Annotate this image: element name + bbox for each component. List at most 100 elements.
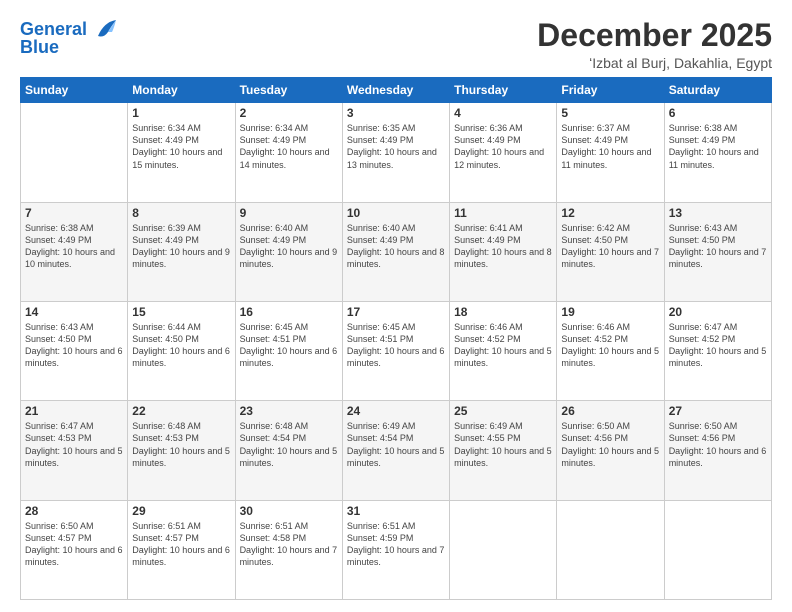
calendar-week-row: 14 Sunrise: 6:43 AMSunset: 4:50 PMDayligh… (21, 301, 772, 400)
cell-text: Sunrise: 6:42 AMSunset: 4:50 PMDaylight:… (561, 222, 659, 271)
table-row: 13 Sunrise: 6:43 AMSunset: 4:50 PMDayligh… (664, 202, 771, 301)
cell-text: Sunrise: 6:41 AMSunset: 4:49 PMDaylight:… (454, 222, 552, 271)
page: General Blue December 2025 ʻIzbat al Bur… (0, 0, 792, 612)
table-row: 1Sunrise: 6:34 AMSunset: 4:49 PMDaylight… (128, 103, 235, 202)
table-row: 10Sunrise: 6:40 AMSunset: 4:49 PMDayligh… (342, 202, 449, 301)
calendar-week-row: 7 Sunrise: 6:38 AMSunset: 4:49 PMDaylight… (21, 202, 772, 301)
cell-text: Sunrise: 6:43 AMSunset: 4:50 PMDaylight:… (25, 321, 123, 370)
cell-text: Sunrise: 6:34 AMSunset: 4:49 PMDaylight:… (240, 122, 338, 171)
cell-text: Sunrise: 6:46 AMSunset: 4:52 PMDaylight:… (561, 321, 659, 370)
table-row: 31 Sunrise: 6:51 AMSunset: 4:59 PMDayligh… (342, 500, 449, 599)
day-number: 12 (561, 206, 659, 220)
cell-text: Sunrise: 6:51 AMSunset: 4:59 PMDaylight:… (347, 520, 445, 569)
table-row: 6Sunrise: 6:38 AMSunset: 4:49 PMDaylight… (664, 103, 771, 202)
table-row (664, 500, 771, 599)
day-number: 29 (132, 504, 230, 518)
header-wednesday: Wednesday (342, 78, 449, 103)
cell-text: Sunrise: 6:48 AMSunset: 4:53 PMDaylight:… (132, 420, 230, 469)
table-row: 16 Sunrise: 6:45 AMSunset: 4:51 PMDayligh… (235, 301, 342, 400)
day-number: 17 (347, 305, 445, 319)
cell-text: Sunrise: 6:50 AMSunset: 4:56 PMDaylight:… (669, 420, 767, 469)
table-row: 27 Sunrise: 6:50 AMSunset: 4:56 PMDayligh… (664, 401, 771, 500)
table-row: 25Sunrise: 6:49 AMSunset: 4:55 PMDayligh… (450, 401, 557, 500)
day-number: 4 (454, 106, 552, 120)
day-number: 3 (347, 106, 445, 120)
day-number: 24 (347, 404, 445, 418)
cell-text: Sunrise: 6:34 AMSunset: 4:49 PMDaylight:… (132, 122, 230, 171)
cell-text: Sunrise: 6:50 AMSunset: 4:56 PMDaylight:… (561, 420, 659, 469)
table-row: 3Sunrise: 6:35 AMSunset: 4:49 PMDaylight… (342, 103, 449, 202)
calendar-table: Sunday Monday Tuesday Wednesday Thursday… (20, 77, 772, 600)
day-number: 22 (132, 404, 230, 418)
table-row: 22 Sunrise: 6:48 AMSunset: 4:53 PMDayligh… (128, 401, 235, 500)
table-row: 15 Sunrise: 6:44 AMSunset: 4:50 PMDayligh… (128, 301, 235, 400)
cell-text: Sunrise: 6:45 AMSunset: 4:51 PMDaylight:… (347, 321, 445, 370)
table-row: 5 Sunrise: 6:37 AMSunset: 4:49 PMDaylight… (557, 103, 664, 202)
cell-text: Sunrise: 6:44 AMSunset: 4:50 PMDaylight:… (132, 321, 230, 370)
cell-text: Sunrise: 6:51 AMSunset: 4:57 PMDaylight:… (132, 520, 230, 569)
table-row: 7 Sunrise: 6:38 AMSunset: 4:49 PMDaylight… (21, 202, 128, 301)
header-thursday: Thursday (450, 78, 557, 103)
header: General Blue December 2025 ʻIzbat al Bur… (20, 18, 772, 71)
day-number: 8 (132, 206, 230, 220)
cell-text: Sunrise: 6:37 AMSunset: 4:49 PMDaylight:… (561, 122, 659, 171)
cell-text: Sunrise: 6:51 AMSunset: 4:58 PMDaylight:… (240, 520, 338, 569)
cell-text: Sunrise: 6:40 AMSunset: 4:49 PMDaylight:… (240, 222, 338, 271)
cell-text: Sunrise: 6:47 AMSunset: 4:52 PMDaylight:… (669, 321, 767, 370)
table-row: 12 Sunrise: 6:42 AMSunset: 4:50 PMDayligh… (557, 202, 664, 301)
day-number: 15 (132, 305, 230, 319)
day-number: 13 (669, 206, 767, 220)
day-number: 7 (25, 206, 123, 220)
cell-text: Sunrise: 6:47 AMSunset: 4:53 PMDaylight:… (25, 420, 123, 469)
calendar-header-row: Sunday Monday Tuesday Wednesday Thursday… (21, 78, 772, 103)
cell-text: Sunrise: 6:40 AMSunset: 4:49 PMDaylight:… (347, 222, 445, 271)
calendar-week-row: 1Sunrise: 6:34 AMSunset: 4:49 PMDaylight… (21, 103, 772, 202)
day-number: 30 (240, 504, 338, 518)
cell-text: Sunrise: 6:36 AMSunset: 4:49 PMDaylight:… (454, 122, 552, 171)
day-number: 6 (669, 106, 767, 120)
header-saturday: Saturday (664, 78, 771, 103)
title-block: December 2025 ʻIzbat al Burj, Dakahlia, … (537, 18, 772, 71)
day-number: 2 (240, 106, 338, 120)
table-row: 24 Sunrise: 6:49 AMSunset: 4:54 PMDayligh… (342, 401, 449, 500)
day-number: 14 (25, 305, 123, 319)
header-sunday: Sunday (21, 78, 128, 103)
header-monday: Monday (128, 78, 235, 103)
cell-text: Sunrise: 6:50 AMSunset: 4:57 PMDaylight:… (25, 520, 123, 569)
month-title: December 2025 (537, 18, 772, 53)
logo: General Blue (20, 18, 116, 58)
table-row (450, 500, 557, 599)
table-row: 28 Sunrise: 6:50 AMSunset: 4:57 PMDayligh… (21, 500, 128, 599)
table-row: 2 Sunrise: 6:34 AMSunset: 4:49 PMDaylight… (235, 103, 342, 202)
day-number: 28 (25, 504, 123, 518)
table-row: 20 Sunrise: 6:47 AMSunset: 4:52 PMDayligh… (664, 301, 771, 400)
cell-text: Sunrise: 6:49 AMSunset: 4:55 PMDaylight:… (454, 420, 552, 469)
cell-text: Sunrise: 6:45 AMSunset: 4:51 PMDaylight:… (240, 321, 338, 370)
table-row: 11 Sunrise: 6:41 AMSunset: 4:49 PMDayligh… (450, 202, 557, 301)
day-number: 20 (669, 305, 767, 319)
logo-bird-icon (90, 18, 116, 40)
table-row: 14 Sunrise: 6:43 AMSunset: 4:50 PMDayligh… (21, 301, 128, 400)
day-number: 27 (669, 404, 767, 418)
table-row (21, 103, 128, 202)
day-number: 19 (561, 305, 659, 319)
cell-text: Sunrise: 6:43 AMSunset: 4:50 PMDaylight:… (669, 222, 767, 271)
table-row: 18 Sunrise: 6:46 AMSunset: 4:52 PMDayligh… (450, 301, 557, 400)
header-friday: Friday (557, 78, 664, 103)
location-title: ʻIzbat al Burj, Dakahlia, Egypt (537, 55, 772, 71)
day-number: 16 (240, 305, 338, 319)
table-row: 8 Sunrise: 6:39 AMSunset: 4:49 PMDaylight… (128, 202, 235, 301)
table-row: 21Sunrise: 6:47 AMSunset: 4:53 PMDayligh… (21, 401, 128, 500)
cell-text: Sunrise: 6:38 AMSunset: 4:49 PMDaylight:… (25, 222, 123, 271)
day-number: 31 (347, 504, 445, 518)
table-row (557, 500, 664, 599)
day-number: 5 (561, 106, 659, 120)
table-row: 17 Sunrise: 6:45 AMSunset: 4:51 PMDayligh… (342, 301, 449, 400)
table-row: 9Sunrise: 6:40 AMSunset: 4:49 PMDaylight… (235, 202, 342, 301)
day-number: 18 (454, 305, 552, 319)
cell-text: Sunrise: 6:49 AMSunset: 4:54 PMDaylight:… (347, 420, 445, 469)
cell-text: Sunrise: 6:39 AMSunset: 4:49 PMDaylight:… (132, 222, 230, 271)
day-number: 11 (454, 206, 552, 220)
calendar-week-row: 21Sunrise: 6:47 AMSunset: 4:53 PMDayligh… (21, 401, 772, 500)
cell-text: Sunrise: 6:46 AMSunset: 4:52 PMDaylight:… (454, 321, 552, 370)
